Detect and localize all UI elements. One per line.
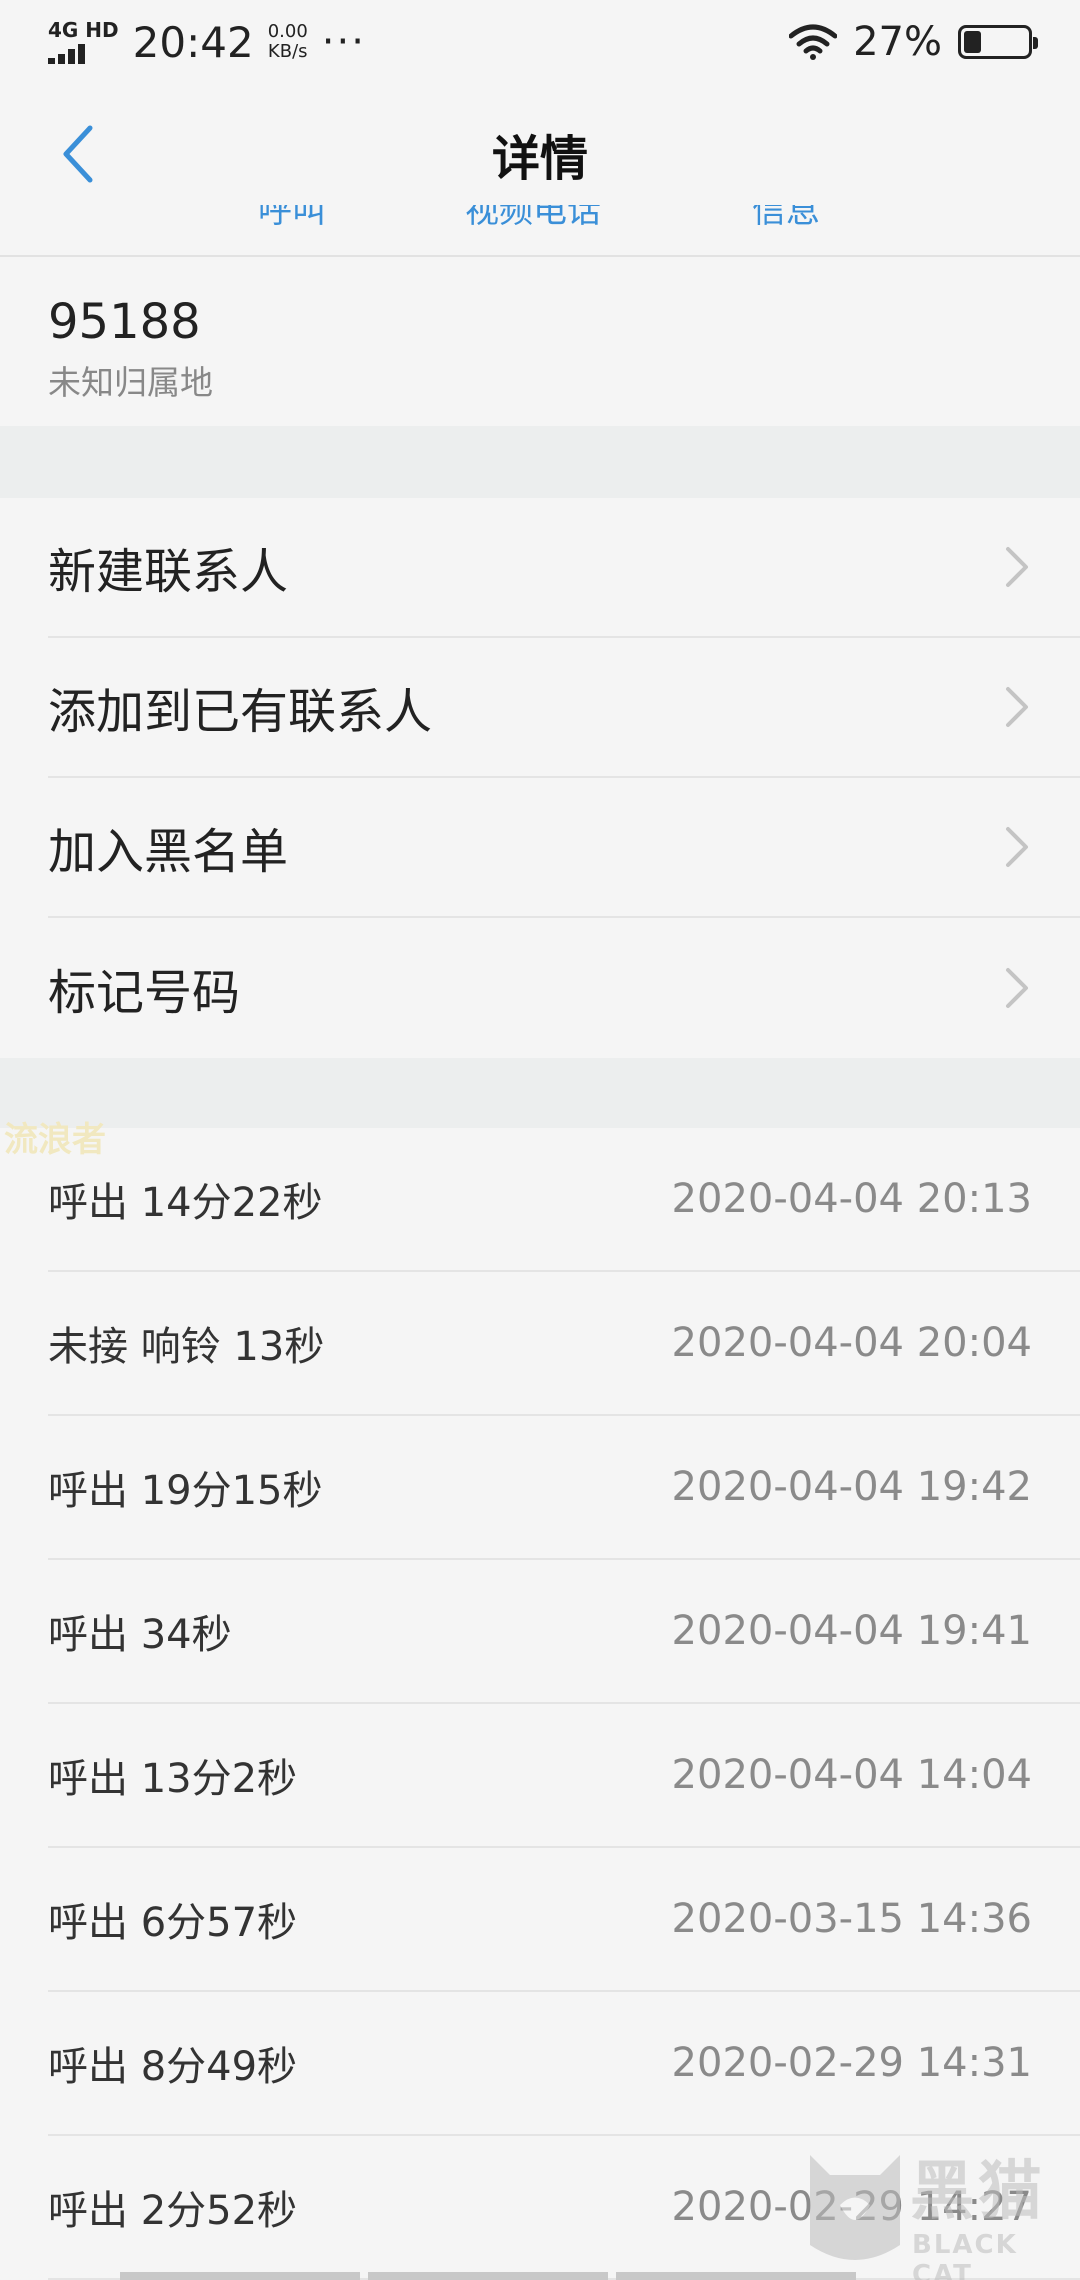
call-log-list: 呼出 14分22秒 2020-04-04 20:13 未接 响铃 13秒 202… bbox=[0, 1128, 1080, 2280]
battery-level bbox=[964, 31, 981, 53]
battery-percent: 27% bbox=[853, 19, 942, 65]
chevron-right-icon bbox=[1006, 968, 1028, 1008]
message-button[interactable]: 信息 bbox=[752, 205, 820, 232]
call-log-item[interactable]: 未接 响铃 13秒 2020-04-04 20:04 bbox=[48, 1272, 1080, 1416]
battery-icon bbox=[958, 25, 1038, 59]
call-description: 呼出 6分57秒 bbox=[48, 1900, 298, 1946]
network-type: 4G HD bbox=[48, 18, 119, 42]
speed-value: 0.00 bbox=[267, 21, 308, 42]
call-log-item[interactable]: 呼出 8分49秒 2020-02-29 14:31 bbox=[48, 1992, 1080, 2136]
cat-logo-icon bbox=[810, 2155, 900, 2260]
call-timestamp: 2020-04-04 19:41 bbox=[671, 1608, 1032, 1654]
call-timestamp: 2020-02-29 14:31 bbox=[671, 2040, 1032, 2086]
call-description: 呼出 13分2秒 bbox=[48, 1756, 298, 1802]
call-description: 呼出 2分52秒 bbox=[48, 2188, 298, 2234]
menu-item-label: 标记号码 bbox=[48, 965, 241, 1021]
contact-info: 95188 未知归属地 bbox=[0, 258, 1080, 426]
chevron-right-icon bbox=[1006, 547, 1028, 587]
call-log-item[interactable]: 呼出 34秒 2020-04-04 19:41 bbox=[48, 1560, 1080, 1704]
menu-item-add-to-existing[interactable]: 添加到已有联系人 bbox=[48, 638, 1080, 778]
more-notifications-icon: ··· bbox=[321, 19, 366, 65]
section-divider bbox=[0, 426, 1080, 498]
chevron-left-icon bbox=[63, 125, 93, 183]
call-description: 呼出 14分22秒 bbox=[48, 1180, 323, 1226]
call-log-item[interactable]: 呼出 14分22秒 2020-04-04 20:13 bbox=[48, 1128, 1080, 1272]
logo-watermark: 黑猫 BLACK CAT bbox=[800, 2130, 1080, 2280]
call-timestamp: 2020-04-04 20:04 bbox=[671, 1320, 1032, 1366]
call-timestamp: 2020-04-04 14:04 bbox=[671, 1752, 1032, 1798]
phone-number: 95188 bbox=[48, 294, 201, 350]
menu-item-mark-number[interactable]: 标记号码 bbox=[48, 918, 1080, 1058]
call-description: 呼出 8分49秒 bbox=[48, 2044, 298, 2090]
speed-unit: KB/s bbox=[267, 41, 308, 62]
status-bar: 4G HD 20:42 0.00 KB/s ··· 27% bbox=[0, 0, 1080, 84]
section-divider bbox=[0, 1058, 1080, 1128]
call-timestamp: 2020-04-04 20:13 bbox=[671, 1176, 1032, 1222]
call-log-item[interactable]: 呼出 19分15秒 2020-04-04 19:42 bbox=[48, 1416, 1080, 1560]
phone-location: 未知归属地 bbox=[48, 363, 213, 402]
network-speed: 0.00 KB/s bbox=[268, 22, 308, 62]
call-description: 呼出 19分15秒 bbox=[48, 1468, 323, 1514]
menu-item-new-contact[interactable]: 新建联系人 bbox=[48, 498, 1080, 638]
status-time: 20:42 bbox=[132, 17, 254, 67]
call-timestamp: 2020-03-15 14:36 bbox=[671, 1896, 1032, 1942]
logo-text-cn: 黑猫 bbox=[910, 2155, 1046, 2229]
video-call-button[interactable]: 视频电话 bbox=[465, 205, 601, 232]
call-timestamp: 2020-04-04 19:42 bbox=[671, 1464, 1032, 1510]
call-description: 未接 响铃 13秒 bbox=[48, 1324, 325, 1370]
scroll-hint bbox=[0, 2272, 1080, 2280]
call-log-item[interactable]: 呼出 6分57秒 2020-03-15 14:36 bbox=[48, 1848, 1080, 1992]
call-description: 呼出 34秒 bbox=[48, 1612, 232, 1658]
call-log-item[interactable]: 呼出 13分2秒 2020-04-04 14:04 bbox=[48, 1704, 1080, 1848]
menu-item-label: 新建联系人 bbox=[48, 544, 289, 600]
call-button[interactable]: 呼叫 bbox=[258, 205, 326, 232]
action-bar: 呼叫 视频电话 信息 bbox=[0, 205, 1080, 257]
action-menu: 新建联系人 添加到已有联系人 加入黑名单 标记号码 bbox=[0, 498, 1080, 1058]
chevron-right-icon bbox=[1006, 827, 1028, 867]
nav-bar: 详情 bbox=[0, 84, 1080, 224]
chevron-right-icon bbox=[1006, 687, 1028, 727]
page-title: 详情 bbox=[491, 131, 588, 187]
menu-item-blacklist[interactable]: 加入黑名单 bbox=[48, 778, 1080, 918]
menu-item-label: 添加到已有联系人 bbox=[48, 684, 433, 740]
menu-item-label: 加入黑名单 bbox=[48, 824, 289, 880]
back-button[interactable] bbox=[48, 114, 108, 194]
signal-icon: 4G HD bbox=[48, 20, 119, 64]
wifi-icon bbox=[789, 24, 838, 60]
